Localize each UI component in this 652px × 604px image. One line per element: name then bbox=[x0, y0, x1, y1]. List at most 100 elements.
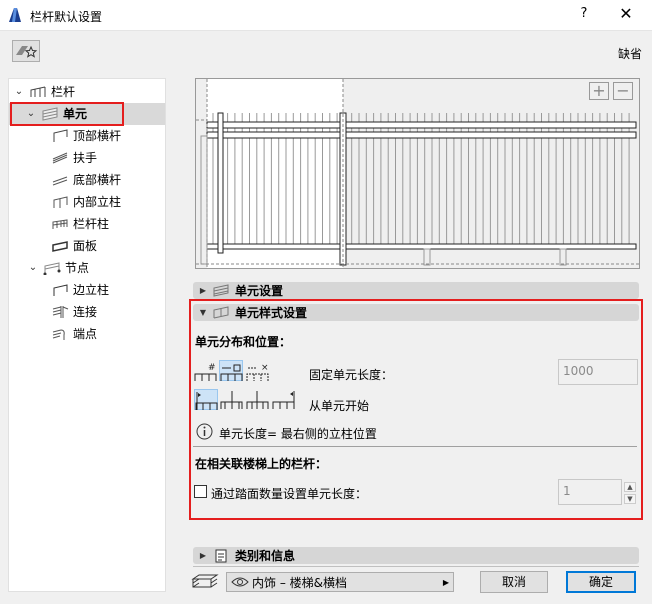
window-title: 栏杆默认设置 bbox=[30, 10, 103, 24]
tree-item-endpoint[interactable]: 端点 bbox=[47, 323, 203, 345]
panel-splitter[interactable] bbox=[172, 78, 178, 592]
tree-item-railing[interactable]: ⌄ 栏杆 bbox=[13, 81, 169, 103]
align-end-icon bbox=[272, 391, 295, 409]
tree-item-label: 节点 bbox=[65, 261, 90, 275]
post bbox=[200, 135, 208, 265]
panel-icon bbox=[52, 241, 68, 252]
tree-item-label: 连接 bbox=[73, 305, 98, 319]
align-end-button[interactable] bbox=[272, 389, 296, 410]
info-icon bbox=[196, 423, 213, 440]
tree-item-end-post[interactable]: 边立柱 bbox=[47, 279, 203, 301]
start-label: 从单元开始 bbox=[309, 399, 370, 413]
post bbox=[217, 112, 224, 254]
fixed-length-input[interactable]: 1000 bbox=[558, 359, 638, 385]
max-length-button[interactable]: × bbox=[246, 361, 270, 382]
post bbox=[559, 248, 567, 266]
handrail bbox=[206, 131, 637, 139]
layer-select[interactable]: 内饰 – 楼梯&横档 ▶ bbox=[226, 572, 454, 592]
inner-post-icon bbox=[53, 196, 68, 208]
spin-down-button[interactable]: ▼ bbox=[624, 494, 636, 504]
post bbox=[423, 248, 431, 266]
tree-item-connection[interactable]: 连接 bbox=[47, 301, 203, 323]
align-center-button[interactable] bbox=[220, 389, 244, 410]
arrow-right-icon: ▶ bbox=[442, 577, 449, 587]
section-label: 类别和信息 bbox=[235, 549, 296, 563]
title-bar: 栏杆默认设置 ? ✕ bbox=[0, 0, 652, 31]
ok-button[interactable]: 确定 bbox=[566, 571, 636, 593]
tree-item-node[interactable]: ⌄ 节点 bbox=[27, 257, 183, 279]
tread-count-label: 通过踏面数量设置单元长度： bbox=[211, 487, 368, 501]
svg-text:#: # bbox=[208, 363, 216, 373]
layers-icon bbox=[191, 574, 219, 588]
chevron-down-icon[interactable]: ⌄ bbox=[27, 257, 39, 279]
tree-item-label: 边立柱 bbox=[73, 283, 110, 297]
zoom-in-button[interactable]: + bbox=[589, 82, 609, 100]
zoom-out-button[interactable]: − bbox=[613, 82, 633, 100]
chevron-down-icon[interactable]: ⌄ bbox=[13, 81, 25, 103]
tree-item-panel[interactable]: 面板 bbox=[47, 235, 203, 257]
layer-value: 内饰 – 楼梯&横档 bbox=[252, 575, 347, 590]
tree-item-label: 内部立柱 bbox=[73, 195, 122, 209]
stair-heading: 在相关联楼梯上的栏杆： bbox=[195, 457, 328, 471]
eye-icon bbox=[231, 577, 249, 587]
tread-count-checkbox[interactable] bbox=[194, 485, 207, 498]
settings-tree: ⌄ 栏杆 ⌄ 单元 顶部横杆 扶手 底部横杆 内部立柱 栏杆柱 面板 ⌄ 节点 … bbox=[8, 78, 166, 592]
railing-icon bbox=[30, 86, 46, 97]
max-length-icon: × bbox=[246, 363, 269, 381]
railing-drawing bbox=[196, 79, 639, 268]
info-text: 单元长度= 最右侧的立柱位置 bbox=[219, 427, 377, 441]
align-start-icon bbox=[195, 392, 218, 410]
tree-item-label: 扶手 bbox=[73, 151, 98, 165]
fixed-length-button[interactable] bbox=[219, 360, 243, 381]
expand-arrow-icon: ▶ bbox=[199, 551, 207, 560]
top-rail-icon bbox=[53, 129, 68, 142]
railing-preview: + − bbox=[195, 78, 640, 269]
fixed-length-label: 固定单元长度： bbox=[309, 368, 394, 382]
tree-item-bottom-rail[interactable]: 底部横杆 bbox=[47, 169, 203, 191]
align-center-alt-button[interactable] bbox=[246, 389, 270, 410]
tree-item-inner-post[interactable]: 内部立柱 bbox=[47, 191, 203, 213]
handrail-icon bbox=[52, 152, 68, 164]
tree-item-label: 端点 bbox=[73, 327, 98, 341]
bottom-rail-icon bbox=[52, 176, 68, 186]
tree-item-handrail[interactable]: 扶手 bbox=[47, 147, 203, 169]
tree-item-label: 栏杆 bbox=[51, 85, 76, 99]
section-classification[interactable]: ▶ 类别和信息 bbox=[193, 547, 639, 564]
align-center-alt-icon bbox=[246, 391, 269, 409]
selection-highlight bbox=[10, 102, 124, 126]
by-count-button[interactable]: # bbox=[194, 361, 218, 382]
document-icon bbox=[215, 549, 227, 562]
node-icon bbox=[43, 262, 61, 275]
by-count-icon: # bbox=[194, 363, 217, 381]
segment-icon bbox=[213, 284, 229, 297]
baluster-icon bbox=[52, 219, 68, 229]
fixed-length-icon bbox=[220, 364, 243, 381]
endpoint-icon bbox=[52, 329, 65, 340]
align-center-icon bbox=[220, 391, 243, 409]
connection-icon bbox=[52, 306, 69, 318]
tree-item-top-rail[interactable]: 顶部横杆 bbox=[47, 125, 203, 147]
section-segment-settings[interactable]: ▶ 单元设置 bbox=[193, 282, 639, 299]
top-rail bbox=[206, 121, 637, 129]
align-start-button[interactable] bbox=[194, 389, 218, 410]
default-label: 缺省 bbox=[618, 47, 643, 61]
distribution-heading: 单元分布和位置： bbox=[195, 335, 292, 349]
divider bbox=[193, 566, 639, 567]
end-post-icon bbox=[53, 284, 68, 296]
favorites-icon bbox=[16, 45, 38, 58]
cancel-button[interactable]: 取消 bbox=[480, 571, 548, 593]
bottom-rail bbox=[206, 243, 637, 250]
tree-item-label: 顶部横杆 bbox=[73, 129, 122, 143]
close-button[interactable]: ✕ bbox=[612, 4, 640, 26]
tree-item-label: 栏杆柱 bbox=[73, 217, 110, 231]
spin-up-button[interactable]: ▲ bbox=[624, 482, 636, 492]
favorites-button[interactable] bbox=[12, 40, 40, 62]
svg-text:×: × bbox=[261, 363, 269, 373]
app-icon bbox=[9, 8, 21, 22]
tree-item-label: 面板 bbox=[73, 239, 98, 253]
tread-count-input[interactable]: 1 bbox=[558, 479, 622, 505]
expand-arrow-icon: ▶ bbox=[199, 286, 207, 295]
tree-item-baluster[interactable]: 栏杆柱 bbox=[47, 213, 203, 235]
help-button[interactable]: ? bbox=[572, 6, 596, 26]
section-label: 单元设置 bbox=[235, 284, 284, 298]
